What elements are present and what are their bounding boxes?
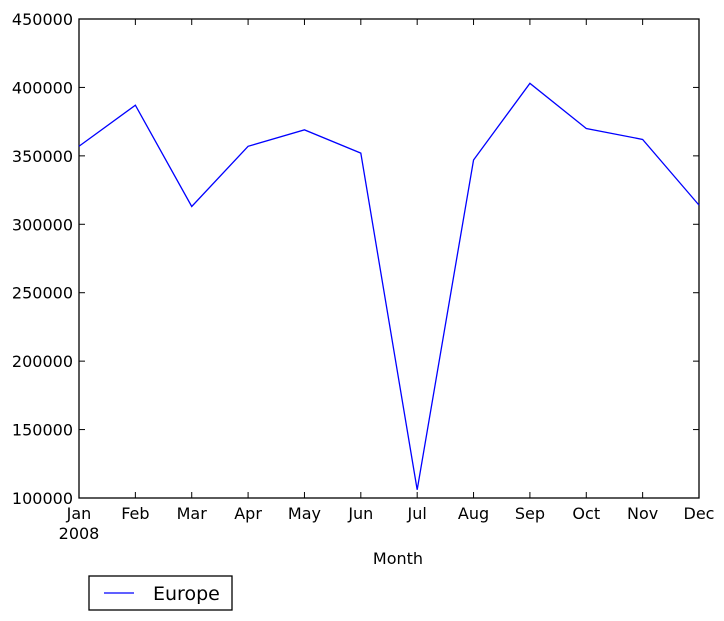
x-axis: Jan Feb Mar Apr May Jun Jul Aug Sep Oct Nov Dec 2008	[59, 19, 715, 543]
x-tick-label: Aug	[458, 504, 489, 523]
x-tick-label: Nov	[627, 504, 658, 523]
y-tick-label: 300000	[12, 215, 73, 234]
y-tick-label: 400000	[12, 78, 73, 97]
x-tick-label: Mar	[177, 504, 208, 523]
series-layer	[78, 82, 700, 490]
x-tick-label: Sep	[515, 504, 545, 523]
x-tick-label: Jan	[66, 504, 92, 523]
x-tick-label: Jul	[407, 504, 427, 523]
series-line-europe	[78, 82, 700, 490]
y-tick-label: 350000	[12, 147, 73, 166]
x-tick-label: Apr	[234, 504, 262, 523]
x-tick-label: Dec	[684, 504, 715, 523]
x-tick-label: Feb	[121, 504, 149, 523]
y-tick-label: 250000	[12, 284, 73, 303]
x-tick-label: Oct	[572, 504, 600, 523]
y-tick-label: 200000	[12, 352, 73, 371]
x-tick-label: May	[288, 504, 321, 523]
line-chart: 100000 150000 200000 250000 300000 350000 4000…	[12, 10, 715, 611]
x-tick-label: Jun	[347, 504, 373, 523]
y-tick-label: 100000	[12, 489, 73, 508]
y-axis: 100000 150000 200000 250000 300000 350000 4000…	[12, 10, 699, 508]
y-tick-label: 450000	[12, 10, 73, 29]
y-tick-label: 150000	[12, 421, 73, 440]
legend-label: Europe	[153, 583, 220, 605]
x-axis-label: Month	[373, 549, 423, 568]
legend: Europe	[88, 575, 233, 611]
plot-frame	[78, 18, 700, 499]
x-tick-sublabel: 2008	[59, 524, 100, 543]
plot-border	[78, 18, 700, 499]
